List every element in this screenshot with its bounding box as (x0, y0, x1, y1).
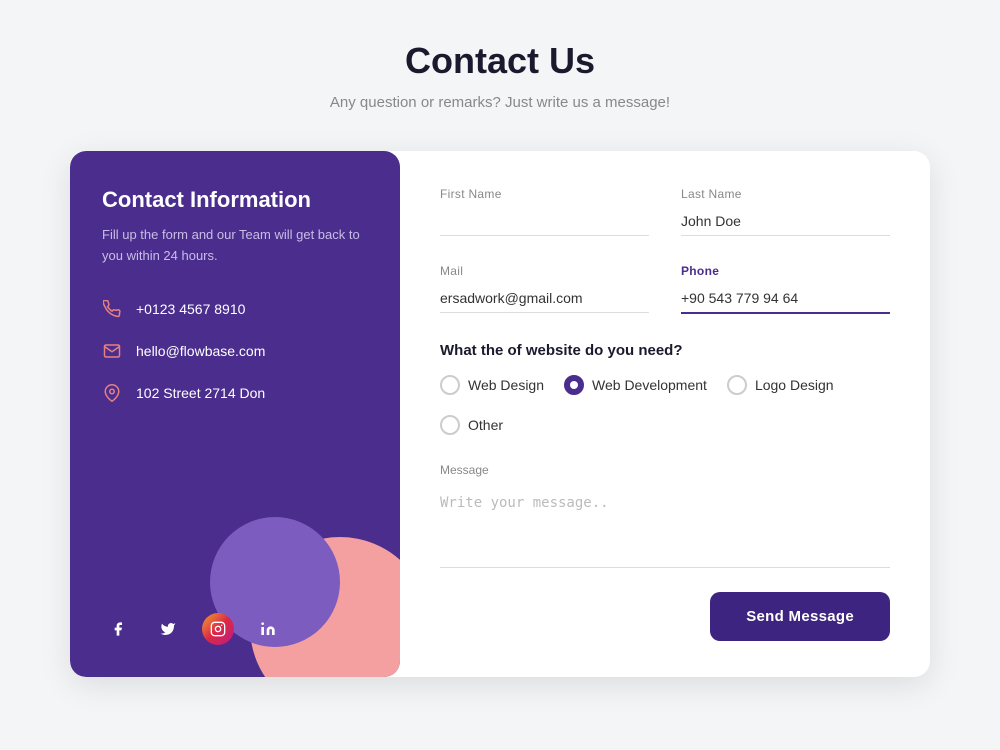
radio-circle-other (440, 415, 460, 435)
left-panel: Contact Information Fill up the form and… (70, 151, 400, 677)
name-row: First Name Last Name (440, 187, 890, 236)
linkedin-link[interactable] (252, 613, 284, 645)
mail-group: Mail (440, 264, 649, 314)
radio-label-other: Other (468, 417, 503, 433)
phone-icon (102, 299, 122, 319)
twitter-link[interactable] (152, 613, 184, 645)
contact-email-text: hello@flowbase.com (136, 343, 265, 359)
mail-label: Mail (440, 264, 649, 278)
send-message-button[interactable]: Send Message (710, 592, 890, 641)
website-question: What the of website do you need? (440, 342, 890, 359)
phone-label: Phone (681, 264, 890, 278)
radio-web-design[interactable]: Web Design (440, 375, 544, 395)
mail-input[interactable] (440, 284, 649, 313)
first-name-group: First Name (440, 187, 649, 236)
phone-group: Phone (681, 264, 890, 314)
radio-label-web-development: Web Development (592, 377, 707, 393)
radio-group: Web Design Web Development Logo Design O… (440, 375, 890, 435)
radio-circle-web-development (564, 375, 584, 395)
contact-address-text: 102 Street 2714 Don (136, 385, 265, 401)
radio-other[interactable]: Other (440, 415, 503, 435)
email-icon (102, 341, 122, 361)
last-name-input[interactable] (681, 207, 890, 236)
contact-phone-item: +0123 4567 8910 (102, 299, 368, 319)
contact-row: Mail Phone (440, 264, 890, 314)
radio-web-development[interactable]: Web Development (564, 375, 707, 395)
radio-label-web-design: Web Design (468, 377, 544, 393)
radio-circle-logo-design (727, 375, 747, 395)
page-subtitle: Any question or remarks? Just write us a… (330, 94, 670, 111)
page-header: Contact Us Any question or remarks? Just… (330, 40, 670, 111)
contact-address-item: 102 Street 2714 Don (102, 383, 368, 403)
last-name-group: Last Name (681, 187, 890, 236)
contact-phone-text: +0123 4567 8910 (136, 301, 245, 317)
form-footer: Send Message (440, 592, 890, 641)
decorations (70, 477, 400, 677)
contact-card: Contact Information Fill up the form and… (70, 151, 930, 677)
social-links (102, 613, 368, 645)
page-title: Contact Us (330, 40, 670, 82)
phone-input[interactable] (681, 284, 890, 314)
radio-label-logo-design: Logo Design (755, 377, 834, 393)
radio-logo-design[interactable]: Logo Design (727, 375, 834, 395)
location-icon (102, 383, 122, 403)
first-name-label: First Name (440, 187, 649, 201)
contact-email-item: hello@flowbase.com (102, 341, 368, 361)
message-label: Message (440, 463, 890, 477)
contact-info-heading: Contact Information (102, 187, 368, 213)
radio-circle-web-design (440, 375, 460, 395)
message-input[interactable] (440, 489, 890, 568)
facebook-link[interactable] (102, 613, 134, 645)
message-group: Message (440, 463, 890, 568)
right-panel: First Name Last Name Mail Phone Wh (400, 151, 930, 677)
last-name-label: Last Name (681, 187, 890, 201)
instagram-link[interactable] (202, 613, 234, 645)
first-name-input[interactable] (440, 207, 649, 236)
page-wrapper: Contact Us Any question or remarks? Just… (0, 0, 1000, 750)
contact-info-desc: Fill up the form and our Team will get b… (102, 225, 368, 267)
